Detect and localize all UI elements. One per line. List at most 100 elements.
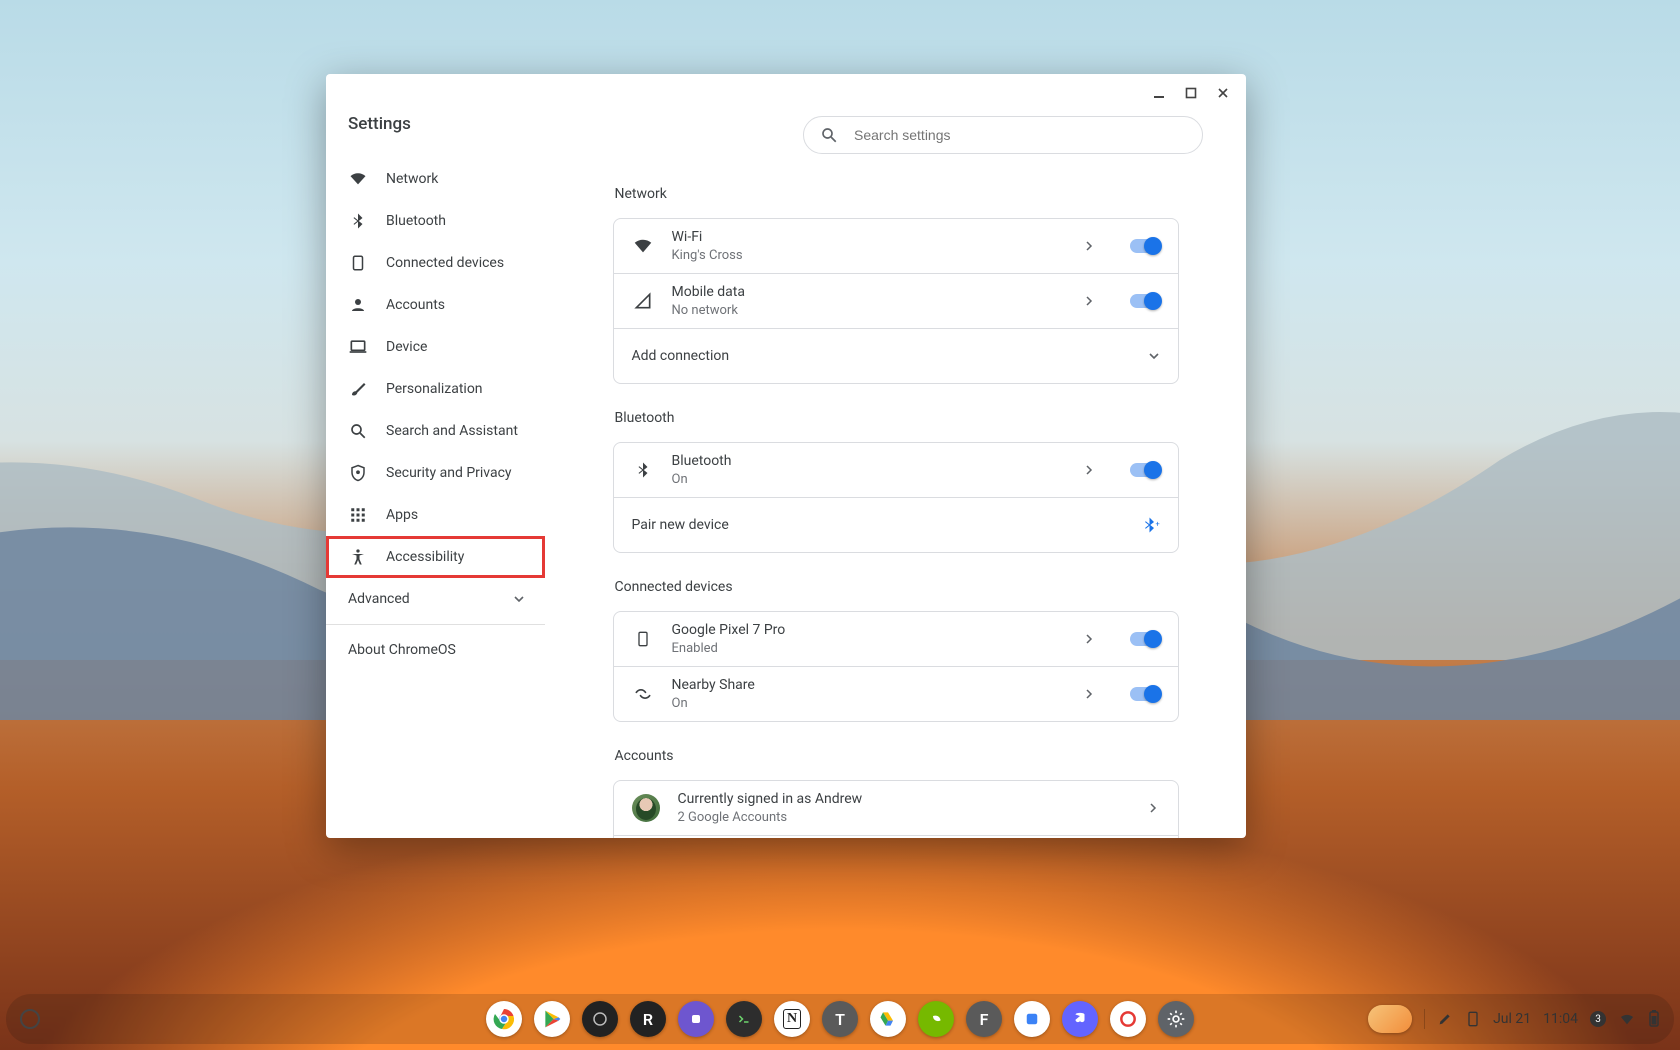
sidebar-item-label: Accessibility — [386, 549, 464, 565]
row-label: Nearby Share — [672, 677, 1066, 694]
page-title: Settings — [326, 114, 545, 148]
sidebar-item-accounts[interactable]: Accounts — [326, 284, 545, 326]
status-date: Jul 21 — [1493, 1011, 1531, 1027]
row-sublabel: On — [672, 472, 1066, 488]
sidebar-item-advanced[interactable]: Advanced — [326, 578, 545, 620]
app-circle-dark-1[interactable] — [582, 1001, 618, 1037]
sidebar-item-label: Bluetooth — [386, 213, 446, 229]
section-title-network: Network — [615, 186, 1179, 202]
phone-hub-icon[interactable] — [1465, 1009, 1481, 1029]
bluetooth-pair-icon: + — [1142, 516, 1160, 534]
app-red-ring[interactable] — [1110, 1001, 1146, 1037]
launcher-button[interactable] — [20, 1009, 40, 1029]
row-phone[interactable]: Google Pixel 7 Pro Enabled — [614, 612, 1178, 666]
sidebar-item-label: About ChromeOS — [348, 642, 456, 658]
row-wifi[interactable]: Wi-Fi King's Cross — [614, 219, 1178, 273]
app-nvidia[interactable] — [918, 1001, 954, 1037]
toggle-bluetooth[interactable] — [1130, 463, 1160, 477]
chevron-right-icon — [1148, 803, 1160, 813]
shield-icon — [348, 463, 368, 483]
app-f[interactable]: F — [966, 1001, 1002, 1037]
sidebar-item-personalization[interactable]: Personalization — [326, 368, 545, 410]
sidebar-divider — [326, 624, 545, 625]
row-sublabel: 2 Google Accounts — [678, 810, 1130, 826]
sidebar-item-connected-devices[interactable]: Connected devices — [326, 242, 545, 284]
row-current-account[interactable]: Currently signed in as Andrew 2 Google A… — [614, 781, 1178, 835]
search-field[interactable] — [803, 116, 1203, 154]
app-r[interactable]: R — [630, 1001, 666, 1037]
app-blue-square[interactable] — [1014, 1001, 1050, 1037]
person-icon — [348, 295, 368, 315]
card-connected-devices: Google Pixel 7 Pro Enabled Nearby Share … — [613, 611, 1179, 722]
chevron-right-icon — [1084, 689, 1096, 699]
status-area[interactable]: Jul 21 11:04 3 — [1368, 1005, 1660, 1033]
app-drive-colors[interactable] — [870, 1001, 906, 1037]
bluetooth-icon — [348, 211, 368, 231]
wallpaper-thumbnail[interactable] — [1368, 1005, 1412, 1033]
settings-main: Network Wi-Fi King's Cross — [545, 74, 1246, 838]
toggle-mobile-data[interactable] — [1130, 294, 1160, 308]
chevron-right-icon — [1084, 241, 1096, 251]
row-label: Bluetooth — [672, 453, 1066, 470]
sidebar-item-apps[interactable]: Apps — [326, 494, 545, 536]
settings-sidebar: Settings Network Bluetooth Connected dev… — [326, 74, 545, 838]
sidebar-item-search-assistant[interactable]: Search and Assistant — [326, 410, 545, 452]
app-purple[interactable] — [678, 1001, 714, 1037]
row-sync[interactable]: Sync and Google services — [614, 835, 1178, 838]
sidebar-item-device[interactable]: Device — [326, 326, 545, 368]
toggle-wifi[interactable] — [1130, 239, 1160, 253]
app-chrome[interactable] — [486, 1001, 522, 1037]
app-play-store[interactable] — [534, 1001, 570, 1037]
accessibility-icon — [348, 547, 368, 567]
row-nearby-share[interactable]: Nearby Share On — [614, 666, 1178, 721]
row-add-connection[interactable]: Add connection — [614, 328, 1178, 383]
svg-text:+: + — [1155, 520, 1159, 529]
app-mastodon[interactable] — [1062, 1001, 1098, 1037]
sidebar-item-label: Advanced — [348, 591, 410, 607]
sidebar-item-label: Security and Privacy — [386, 465, 512, 481]
sidebar-item-label: Accounts — [386, 297, 445, 313]
sidebar-item-security-privacy[interactable]: Security and Privacy — [326, 452, 545, 494]
stylus-icon[interactable] — [1437, 1011, 1453, 1027]
search-icon — [820, 126, 838, 144]
sidebar-item-label: Personalization — [386, 381, 483, 397]
chevron-right-icon — [1084, 465, 1096, 475]
toggle-nearby-share[interactable] — [1130, 687, 1160, 701]
app-terminal[interactable] — [726, 1001, 762, 1037]
chevron-down-icon — [1148, 350, 1160, 362]
row-label: Wi-Fi — [672, 229, 1066, 246]
phone-icon — [632, 628, 654, 650]
sidebar-item-about[interactable]: About ChromeOS — [326, 629, 545, 671]
row-sublabel: No network — [672, 303, 1066, 319]
sidebar-item-accessibility[interactable]: Accessibility — [326, 536, 545, 578]
sidebar-item-bluetooth[interactable]: Bluetooth — [326, 200, 545, 242]
chevron-down-icon — [513, 593, 525, 605]
search-input[interactable] — [852, 126, 1186, 144]
app-t[interactable]: T — [822, 1001, 858, 1037]
chevron-right-icon — [1084, 634, 1096, 644]
row-pair-new-device[interactable]: Pair new device + — [614, 497, 1178, 552]
row-label: Mobile data — [672, 284, 1066, 301]
chevron-right-icon — [1084, 296, 1096, 306]
shelf-apps: R N T F — [486, 1001, 1194, 1037]
app-settings[interactable] — [1158, 1001, 1194, 1037]
brush-icon — [348, 379, 368, 399]
card-network: Wi-Fi King's Cross Mobile data No networ… — [613, 218, 1179, 384]
row-label: Pair new device — [632, 517, 729, 533]
sidebar-item-label: Apps — [386, 507, 418, 523]
row-mobile-data[interactable]: Mobile data No network — [614, 273, 1178, 328]
toggle-phone[interactable] — [1130, 632, 1160, 646]
sidebar-item-network[interactable]: Network — [326, 158, 545, 200]
bluetooth-icon — [632, 459, 654, 481]
row-sublabel: Enabled — [672, 641, 1066, 657]
sidebar-item-label: Device — [386, 339, 427, 355]
battery-status-icon — [1648, 1010, 1660, 1028]
sidebar-item-label: Connected devices — [386, 255, 504, 271]
notification-badge[interactable]: 3 — [1590, 1011, 1606, 1027]
wifi-icon — [632, 235, 654, 257]
laptop-icon — [348, 337, 368, 357]
row-sublabel: On — [672, 696, 1066, 712]
app-notion[interactable]: N — [774, 1001, 810, 1037]
avatar — [632, 794, 660, 822]
row-bluetooth[interactable]: Bluetooth On — [614, 443, 1178, 497]
